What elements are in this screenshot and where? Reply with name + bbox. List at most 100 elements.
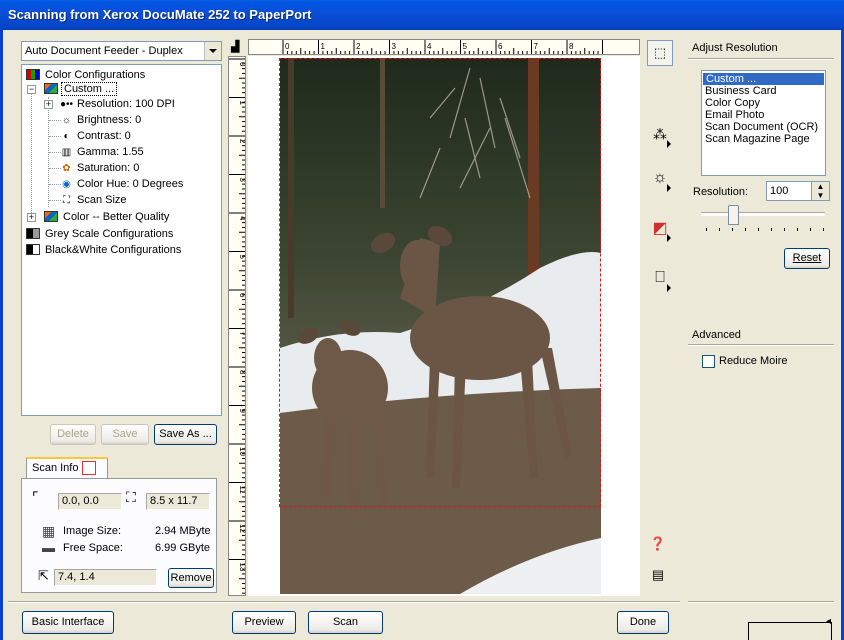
tree-item-resolution[interactable]: ●•• Resolution: 100 DPI [60,96,175,112]
free-space-label: Free Space: [63,542,123,554]
ruler-ticks: 012345678910111213 [229,58,247,594]
remove-button[interactable]: Remove [168,568,214,588]
tab-scan-info[interactable]: Scan Info [26,457,108,479]
preset-list-item[interactable]: Scan Document (OCR) [702,121,825,133]
cursor-icon: ⇱ [38,568,49,583]
scan-selection-rectangle[interactable] [279,58,601,507]
ruler-label: 13 [238,563,245,572]
done-button[interactable]: Done [617,611,669,634]
origin-icon: ⌜ [32,489,39,505]
image-icon: ▦ [42,523,56,539]
ruler-units-icon: ▟ [231,41,240,53]
ruler-horizontal: 0 1 2 3 4 5 6 7 8 [248,39,640,55]
ruler-label: 8 [238,370,245,375]
chevron-down-icon[interactable] [204,42,221,60]
resolution-preset-list[interactable]: Custom ... Business Card Color Copy Email P… [701,70,826,176]
origin-field: 0.0, 0.0 [58,493,122,510]
size-field: 8.5 x 11.7 [146,493,210,510]
ruler-vertical: 012345678910111213 [228,56,247,596]
tree-item-contrast[interactable]: ◐ Contrast: 0 [60,128,130,144]
page-size-icon: ⎕ [655,269,665,286]
resolution-input[interactable]: 100 [766,181,812,201]
scan-source-dropdown[interactable]: Auto Document Feeder - Duplex [21,41,222,61]
preset-list-item[interactable]: Business Card [702,85,825,97]
gamma-panel-button[interactable]: ◩ [647,212,673,244]
hue-icon: ◉ [62,179,71,190]
ruler-label: 2 [238,139,245,144]
tree-item-color-hue[interactable]: ◉ Color Hue: 0 Degrees [60,176,183,192]
ruler-label: 4 [427,42,432,51]
basic-interface-button[interactable]: Basic Interface [22,611,114,634]
tree-item-gamma[interactable]: ▥ Gamma: 1.55 [60,144,144,160]
tree-item-black-white[interactable]: Black&White Configurations [26,242,183,258]
resolution-slider-thumb[interactable] [728,205,739,225]
resolution-label: Resolution: [693,186,749,198]
ruler-corner[interactable]: ▟ [228,39,246,55]
resize-grip-icon[interactable]: ◂ [826,616,831,627]
collapse-icon[interactable]: − [27,85,36,94]
bottom-divider [688,601,834,603]
tree-item-custom[interactable]: Custom ... [44,81,118,97]
tree-item-saturation[interactable]: ✿ Saturation: 0 [60,160,139,176]
color-config-icon [26,68,40,80]
disk-icon: ▬ [42,540,55,555]
scan-info-panel: ⌜ 0.0, 0.0 ⛶ 8.5 x 11.7 ▦ Image Size: 2.… [21,478,217,593]
expand-icon[interactable]: + [27,213,36,222]
tree-item-grey-scale[interactable]: Grey Scale Configurations [26,226,175,242]
scan-size-icon: ⛶ [63,195,70,206]
ruler-label: 2 [356,42,361,51]
properties-icon: ▤ [651,567,665,582]
window-title: Scanning from Xerox DocuMate 252 to Pape… [8,7,312,22]
preset-list-item[interactable]: Email Photo [702,109,825,121]
resolution-slider-track[interactable] [701,212,825,216]
delete-button[interactable]: Delete [50,424,96,445]
help-icon: ❓ [649,536,667,551]
contrast-icon: ◐ [63,131,70,142]
window-frame-left [0,30,3,640]
reduce-moire-checkbox[interactable] [702,355,715,368]
ruler-label: 7 [238,332,245,337]
size-icon: ⛶ [126,489,136,505]
configuration-tree[interactable]: Color Configurations − Custom ... + ●•• R… [21,64,222,416]
adjust-resolution-title: Adjust Resolution [692,42,778,54]
spin-down-icon[interactable]: ▼ [812,191,829,200]
scan-size-panel-button[interactable]: ⎕ [647,262,673,294]
ruler-label: 5 [238,255,245,260]
expand-icon[interactable]: + [44,100,53,109]
tree-item-scan-size[interactable]: ⛶ Scan Size [60,192,127,208]
preview-button[interactable]: Preview [232,611,296,634]
window-title-bar[interactable]: Scanning from Xerox DocuMate 252 to Pape… [0,0,844,30]
resolution-panel-button[interactable]: ⁂ [647,118,673,150]
scan-button[interactable]: Scan [308,611,383,634]
properties-button[interactable]: ▤ [647,564,669,586]
select-tool-button[interactable]: ⬚ [647,40,673,66]
preset-list-item[interactable]: Scan Magazine Page [702,133,825,145]
brightness-contrast-icon: ☼ [652,169,668,186]
free-space-value: 6.99 GByte [155,542,211,554]
reset-button[interactable]: Reset [784,248,830,269]
brightness-panel-button[interactable]: ☼ [647,162,673,194]
selection-cursor-icon: ⬚ [653,45,667,60]
color-better-icon [44,210,58,222]
gamma-icon: ▥ [61,147,72,158]
status-box [748,622,832,640]
spin-up-icon[interactable]: ▲ [812,182,829,191]
preset-list-item[interactable]: Custom ... [703,73,824,85]
image-size-label: Image Size: [63,525,122,537]
reduce-moire-label: Reduce Moire [719,355,788,367]
tree-item-brightness[interactable]: ☼ Brightness: 0 [60,112,141,128]
save-as-button[interactable]: Save As ... [154,424,217,445]
black-white-icon [26,243,40,255]
section-divider [688,58,834,60]
ruler-label: 3 [392,42,397,51]
tree-item-color-better-quality[interactable]: Color -- Better Quality [44,209,171,225]
resolution-spinner[interactable]: ▲ ▼ [812,181,830,201]
scan-source-value: Auto Document Feeder - Duplex [25,45,183,57]
save-button[interactable]: Save [101,424,149,445]
gamma-curve-icon: ◩ [652,220,668,237]
ruler-label: 12 [238,524,245,533]
help-button[interactable]: ❓ [647,533,669,555]
preset-list-item[interactable]: Color Copy [702,97,825,109]
grey-scale-icon [26,227,40,239]
section-divider [688,344,834,346]
